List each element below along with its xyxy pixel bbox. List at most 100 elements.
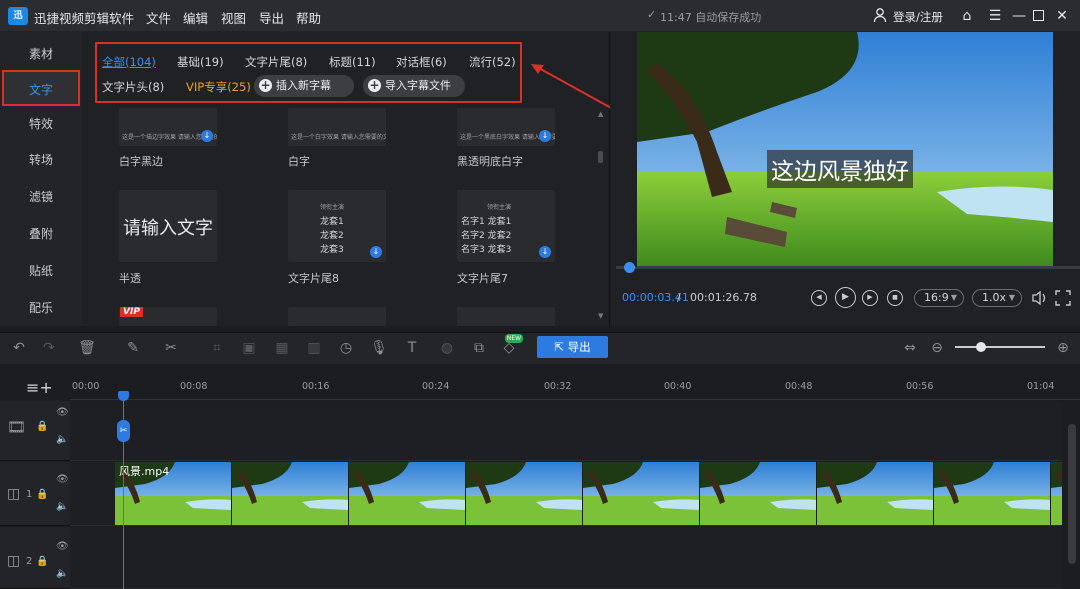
timeline-scrollbar[interactable] <box>1068 424 1076 564</box>
tab-dialog[interactable]: 对话框(6) <box>396 54 447 70</box>
insert-subtitle-button[interactable]: + 插入新字幕 <box>254 75 354 97</box>
tab-intro[interactable]: 文字片头(8) <box>102 79 164 95</box>
mosaic-icon[interactable]: ▦ <box>273 339 291 357</box>
template-thumb[interactable]: 领衔主演 名字1 龙套1 名字2 龙套2 名字3 龙套3 ↓ <box>457 190 555 262</box>
duration-icon[interactable]: ◷ <box>337 339 355 357</box>
nav-stickers[interactable]: 贴纸 <box>2 253 80 289</box>
nav-transitions[interactable]: 转场 <box>2 142 80 178</box>
resize-icon[interactable]: ▣ <box>240 339 258 357</box>
download-icon[interactable]: ↓ <box>201 130 213 142</box>
tab-all[interactable]: 全部(104) <box>102 54 156 70</box>
audio-icon[interactable]: 🔈 <box>56 501 68 512</box>
login-link[interactable]: 登录/注册 <box>893 9 943 25</box>
tab-vip[interactable]: VIP专享(25) <box>186 79 251 95</box>
home-icon[interactable]: ⌂ <box>958 6 976 26</box>
zoom-slider-handle[interactable] <box>976 342 986 352</box>
template-thumb[interactable]: 这是一个白字效果 请输入您需要的文字 <box>288 108 386 146</box>
audio-icon[interactable]: 🔈 <box>56 568 68 579</box>
template-thumb[interactable]: VIP <box>119 307 217 326</box>
nav-music[interactable]: 配乐 <box>2 290 80 326</box>
eye-icon[interactable]: 👁 <box>56 541 69 552</box>
menu-file[interactable]: 文件 <box>146 8 171 27</box>
zoom-out-icon[interactable]: ⊖ <box>928 339 946 357</box>
template-thumb[interactable]: 这是一个黑底白字效果 请输入您需要的文字 ↓ <box>457 108 555 146</box>
tab-title[interactable]: 标题(11) <box>329 54 376 70</box>
track-header: ◫ 1 🔒 👁 🔈 <box>0 462 70 526</box>
play-icon[interactable]: ▶ <box>835 287 856 308</box>
maximize-icon[interactable] <box>1033 10 1044 21</box>
eye-icon[interactable]: 👁 <box>56 474 69 485</box>
nav-text[interactable]: 文字 <box>2 70 80 106</box>
nav-material[interactable]: 素材 <box>2 36 80 72</box>
lock-icon[interactable]: 🔒 <box>36 421 48 432</box>
tab-outro[interactable]: 文字片尾(8) <box>245 54 307 70</box>
scroll-up-icon[interactable]: ▲ <box>598 110 603 118</box>
lock-icon[interactable]: 🔒 <box>36 556 48 567</box>
download-icon[interactable]: ↓ <box>370 246 382 258</box>
template-thumb[interactable] <box>288 307 386 326</box>
menu-export[interactable]: 导出 <box>259 8 284 27</box>
scroll-thumb[interactable] <box>598 151 603 163</box>
nav-overlay[interactable]: 叠附 <box>2 216 80 252</box>
speed-select[interactable]: 1.0x ▼ <box>972 289 1022 307</box>
color-icon[interactable]: ◍ <box>438 339 456 357</box>
minimize-icon[interactable]: — <box>1010 6 1028 26</box>
mic-icon[interactable]: 🎙 <box>370 339 388 357</box>
track-lane[interactable] <box>70 527 1062 589</box>
template-thumb[interactable] <box>457 307 555 326</box>
zoom-in-icon[interactable]: ⊕ <box>1054 339 1072 357</box>
fit-timeline-icon[interactable]: ⇔ <box>901 339 919 357</box>
nav-filters[interactable]: 滤镜 <box>2 179 80 215</box>
menu-edit[interactable]: 编辑 <box>183 8 208 27</box>
preview-subtitle[interactable]: 这边风景独好 <box>767 150 913 188</box>
eye-icon[interactable]: 👁 <box>56 407 69 418</box>
download-icon[interactable]: ↓ <box>539 246 551 258</box>
split-icon[interactable]: ✂ <box>162 339 180 357</box>
playhead-handle[interactable] <box>118 391 129 401</box>
audio-icon[interactable]: 🔈 <box>56 434 68 445</box>
template-thumb[interactable]: 这是一个描边字效果 请输入您需要的文字 ↓ <box>119 108 217 146</box>
import-subtitle-button[interactable]: + 导入字幕文件 <box>363 75 465 97</box>
crop-icon[interactable]: ⌗ <box>208 339 226 357</box>
tab-popular[interactable]: 流行(52) <box>469 54 516 70</box>
aspect-ratio-select[interactable]: 16:9 ▼ <box>914 289 964 307</box>
preview-seek-bar[interactable] <box>616 266 1080 269</box>
fullscreen-icon[interactable] <box>1055 290 1071 306</box>
audio-eq-icon[interactable]: ▥ <box>305 339 323 357</box>
nav-effects[interactable]: 特效 <box>2 106 80 142</box>
menu-help[interactable]: 帮助 <box>296 8 321 27</box>
lock-icon[interactable]: 🔒 <box>36 489 48 500</box>
clip-name: 风景.mp4 <box>119 465 170 478</box>
video-clip[interactable] <box>115 462 1062 525</box>
redo-icon[interactable]: ↷ <box>40 339 58 357</box>
menu-view[interactable]: 视图 <box>221 8 246 27</box>
video-preview[interactable] <box>637 32 1053 266</box>
text-to-speech-icon[interactable]: T <box>403 339 421 357</box>
scroll-down-icon[interactable]: ▼ <box>598 312 603 320</box>
library-scrollbar[interactable]: ▲ ▼ <box>596 108 606 322</box>
copy-icon[interactable]: ⧉ <box>470 339 488 357</box>
template-thumb[interactable]: 领衔主演 龙套1 龙套2 龙套3 ↓ <box>288 190 386 262</box>
seek-handle[interactable] <box>624 262 635 273</box>
download-icon[interactable]: ↓ <box>539 130 551 142</box>
ruler-tick-label: 00:24 <box>422 381 450 392</box>
edit-icon[interactable]: ✎ <box>124 339 142 357</box>
volume-icon[interactable] <box>1030 288 1050 308</box>
next-frame-icon[interactable]: ▶ <box>862 290 878 306</box>
close-icon[interactable]: ✕ <box>1053 6 1071 26</box>
scissor-icon[interactable]: ✂ <box>117 420 130 442</box>
template-label: 文字片尾7 <box>457 272 508 285</box>
prev-frame-icon[interactable]: ◀ <box>811 290 827 306</box>
stop-icon[interactable]: ■ <box>887 290 903 306</box>
app-logo: 迅 <box>8 7 28 25</box>
template-label: 白字 <box>288 155 310 168</box>
template-thumb[interactable]: 请输入文字 <box>119 190 217 262</box>
track-lane[interactable] <box>70 401 1062 461</box>
menu-icon[interactable]: ☰ <box>986 6 1004 26</box>
delete-icon[interactable]: 🗑 <box>78 339 96 357</box>
add-track-icon[interactable]: ≡+ <box>26 378 53 397</box>
export-button[interactable]: ⇱ 导出 <box>537 336 608 358</box>
undo-icon[interactable]: ↶ <box>10 339 28 357</box>
tab-basic[interactable]: 基础(19) <box>177 54 224 70</box>
zoom-slider[interactable] <box>955 346 1045 348</box>
